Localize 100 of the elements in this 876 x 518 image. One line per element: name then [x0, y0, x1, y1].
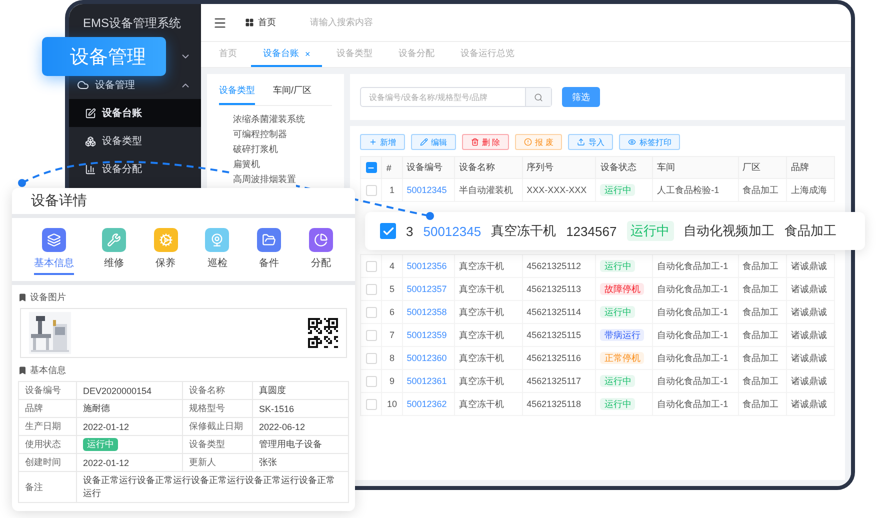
- toolbar-button[interactable]: 报 废: [515, 134, 562, 150]
- detail-tab[interactable]: 巡检: [205, 228, 230, 275]
- device-code-link[interactable]: 50012345: [406, 185, 447, 195]
- tab[interactable]: 设备类型: [324, 42, 384, 67]
- device-code-link[interactable]: 50012362: [406, 399, 447, 409]
- grid-icon: [245, 18, 254, 27]
- column-header: 车间: [652, 156, 738, 178]
- info-value: 2022-01-12: [77, 454, 183, 472]
- detail-tab[interactable]: 维修: [102, 228, 126, 275]
- table-cell: 食品加工: [738, 370, 786, 392]
- checkbox[interactable]: [366, 162, 377, 174]
- section-title: 设备图片: [30, 291, 66, 304]
- status-tag: 运行中: [600, 306, 636, 318]
- menu-item[interactable]: 设备台账: [69, 99, 201, 127]
- column-header: 设备名称: [454, 156, 522, 178]
- tab[interactable]: 设备运行总览: [448, 42, 526, 67]
- tab[interactable]: 车间/厂区: [273, 84, 312, 105]
- eye-icon: [628, 138, 636, 146]
- table-cell: 45621325112: [522, 254, 596, 278]
- table-cell: 45621325117: [522, 370, 596, 392]
- bar-chart-icon: [85, 164, 96, 174]
- cloud-icon: [77, 79, 89, 91]
- table-cell: 诸诚鼎诚: [786, 392, 834, 416]
- tab[interactable]: 首页: [207, 42, 249, 67]
- info-label: 设备编号: [19, 382, 77, 400]
- info-value: 设备正常运行设备正常运行设备正常运行设备正常运行设备正常运行: [77, 472, 349, 503]
- menu-item[interactable]: 设备类型: [69, 127, 201, 155]
- menu-item[interactable]: 设备分配: [69, 155, 201, 183]
- table-cell: 45621325115: [522, 324, 596, 346]
- table-cell: 食品加工: [738, 254, 786, 278]
- info-value: SK-1516: [253, 400, 349, 418]
- table-cell: 食品加工: [738, 278, 786, 300]
- search-field[interactable]: 设备编号/设备名称/规格型号/品牌: [360, 87, 552, 107]
- table-cell: 8: [382, 346, 402, 370]
- column-header: 厂区: [738, 156, 786, 178]
- status-tag: 正常停机: [600, 352, 644, 364]
- info-value: 施耐德: [77, 400, 183, 418]
- detail-tab[interactable]: 备件: [257, 228, 282, 275]
- search-button[interactable]: [525, 88, 551, 106]
- column-header: 设备编号: [402, 156, 455, 178]
- table-cell: 1: [382, 178, 402, 202]
- device-code-link[interactable]: 50012357: [406, 284, 447, 294]
- trash-icon: [471, 138, 479, 146]
- toolbar-button[interactable]: 导入: [568, 134, 614, 150]
- table-cell: 食品加工: [738, 392, 786, 416]
- table-cell: 半自动灌装机: [454, 178, 522, 202]
- device-code-link[interactable]: 50012358: [406, 307, 447, 317]
- info-value: 真圆度: [253, 382, 349, 400]
- table-cell: 真空冻干机: [454, 392, 522, 416]
- area: 食品加工: [784, 222, 837, 240]
- table-cell: 真空冻干机: [454, 346, 522, 370]
- table-cell: 45621325114: [522, 300, 596, 324]
- category-item[interactable]: 高周波排烟装置: [233, 172, 296, 187]
- table-cell: 45621325118: [522, 392, 596, 416]
- qr-code: [308, 318, 338, 348]
- menu-icon[interactable]: [213, 16, 227, 30]
- table-cell: 诸诚鼎诚: [786, 324, 834, 346]
- table-cell: 9: [382, 370, 402, 392]
- toolbar-button[interactable]: 删 除: [462, 134, 510, 150]
- device-code-link[interactable]: 50012361: [406, 376, 447, 386]
- close-icon[interactable]: ×: [305, 48, 310, 58]
- device-name: 真空冻干机: [491, 222, 556, 240]
- table-cell: 7: [382, 324, 402, 346]
- device-code-link[interactable]: 50012345: [423, 224, 482, 238]
- info-label: 更新人: [183, 454, 253, 472]
- info-label: 设备类型: [183, 436, 253, 454]
- tab[interactable]: 设备类型: [219, 84, 255, 105]
- device-code-link[interactable]: 50012360: [406, 353, 447, 363]
- table-cell: 真空冻干机: [454, 324, 522, 346]
- section-title: 基本信息: [30, 364, 66, 377]
- table-cell: 自动化食品加工-1: [652, 370, 738, 392]
- detail-tab[interactable]: 分配: [308, 228, 333, 275]
- toolbar-button[interactable]: 编辑: [411, 134, 456, 150]
- filter-button[interactable]: 筛选: [562, 87, 600, 107]
- detail-tab[interactable]: 保养: [154, 228, 178, 275]
- info-label: 品牌: [19, 400, 77, 418]
- info-label: 保修截止日期: [183, 418, 253, 436]
- info-value: DEV2020000154: [77, 382, 183, 400]
- toolbar-button[interactable]: 标签打印: [619, 134, 680, 150]
- table-cell: 自动化食品加工-1: [652, 346, 738, 370]
- device-code-link[interactable]: 50012359: [406, 330, 447, 340]
- table-cell: 诸诚鼎诚: [786, 254, 834, 278]
- menu-item[interactable]: 设备管理: [95, 78, 135, 92]
- tab[interactable]: 设备分配: [386, 42, 446, 67]
- table-cell: 食品加工: [738, 300, 786, 324]
- pencil-icon: [420, 138, 428, 146]
- detail-tab[interactable]: 基本信息: [34, 228, 74, 275]
- serial-number: 1234567: [566, 224, 617, 238]
- search-field[interactable]: 请输入搜索内容: [310, 16, 373, 29]
- info-label: 备注: [19, 472, 77, 503]
- table-cell: 4: [382, 254, 402, 278]
- info-value: 管理用电子设备: [253, 436, 349, 454]
- home-link[interactable]: 首页: [245, 16, 276, 29]
- bookmark-icon: [18, 293, 27, 302]
- boxes-icon: [85, 136, 96, 146]
- device-code-link[interactable]: 50012356: [406, 261, 447, 271]
- info-label: 使用状态: [19, 436, 77, 454]
- info-label: 设备名称: [183, 382, 253, 400]
- checkbox[interactable]: [380, 223, 396, 239]
- toolbar-button[interactable]: 新增: [360, 134, 405, 150]
